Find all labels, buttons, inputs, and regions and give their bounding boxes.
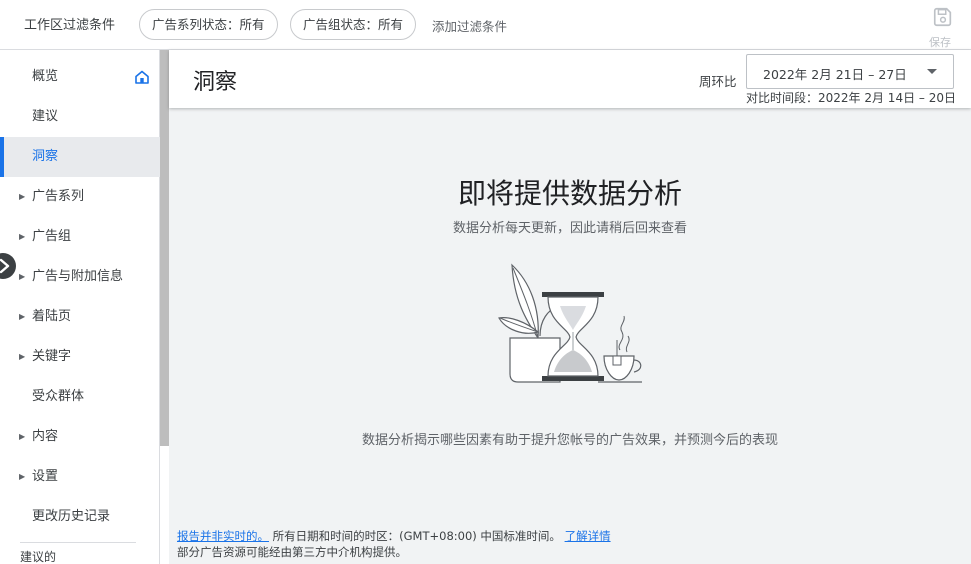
timezone-text: 所有日期和时间的时区：(GMT+08:00) 中国标准时间。 [272, 529, 561, 543]
date-range-value: 2022年 2月 21日 – 27日 [763, 67, 907, 82]
sidebar-suggested-label: 建议的 [20, 550, 57, 564]
sidebar-item-label: 广告与附加信息 [32, 269, 124, 284]
empty-state-description: 数据分析揭示哪些因素有助于提升您帐号的广告效果，并预测今后的表现 [361, 433, 778, 448]
sidebar-item-change-history[interactable]: 更改历史记录 [0, 497, 160, 537]
page-header: 洞察 周环比 2022年 2月 21日 – 27日 对比时间段：2022年 2月… [169, 50, 971, 108]
save-icon [933, 7, 952, 27]
filter-bar: 工作区过滤条件 广告系列状态：所有 广告组状态：所有 添加过滤条件 保存 [0, 0, 971, 50]
sidebar-item-label: 设置 [32, 469, 59, 484]
compare-period-text: 对比时间段：2022年 2月 14日 – 20日 [746, 91, 956, 105]
home-icon [135, 70, 149, 84]
report-not-realtime-link[interactable]: 报告并非实时的。 [177, 529, 269, 543]
sidebar-item-keywords[interactable]: ▶ 关键字 [0, 337, 160, 377]
sidebar-divider [20, 542, 136, 543]
filter-chip-adgroup-status[interactable]: 广告组状态：所有 [290, 9, 417, 40]
triangle-right-icon: ▶ [19, 232, 26, 241]
workspace-filter-title: 工作区过滤条件 [24, 18, 116, 33]
triangle-right-icon: ▶ [19, 432, 26, 441]
triangle-right-icon: ▶ [19, 472, 26, 481]
chevron-right-icon [0, 258, 10, 274]
triangle-right-icon: ▶ [19, 272, 26, 281]
sidebar-item-label: 关键字 [32, 349, 72, 364]
sidebar-item-landing-pages[interactable]: ▶ 着陆页 [0, 297, 160, 337]
sidebar-item-audiences[interactable]: 受众群体 [0, 377, 160, 417]
active-indicator [0, 137, 4, 177]
sidebar-item-label: 概览 [32, 69, 59, 84]
compare-label: 周环比 [699, 74, 737, 89]
triangle-right-icon: ▶ [19, 192, 26, 201]
sidebar-item-label: 更改历史记录 [32, 509, 111, 524]
sidebar-item-insights[interactable]: 洞察 [0, 137, 160, 177]
sidebar-item-label: 广告组 [32, 229, 72, 244]
third-party-notice: 部分广告资源可能经由第三方中介机构提供。 [177, 545, 407, 559]
sidebar-item-label: 广告系列 [32, 189, 85, 204]
empty-state-subtitle: 数据分析每天更新，因此请稍后回来查看 [452, 221, 687, 236]
sidebar-item-label: 内容 [32, 429, 59, 444]
hourglass-illustration [498, 263, 642, 383]
report-footer: 报告并非实时的。 所有日期和时间的时区：(GMT+08:00) 中国标准时间。 … [177, 528, 611, 560]
date-range-selector[interactable]: 2022年 2月 21日 – 27日 [746, 54, 954, 89]
main-content: 洞察 周环比 2022年 2月 21日 – 27日 对比时间段：2022年 2月… [169, 50, 971, 564]
sidebar-item-ads-extensions[interactable]: ▶ 广告与附加信息 [0, 257, 160, 297]
triangle-right-icon: ▶ [19, 352, 26, 361]
sidebar-item-label: 着陆页 [32, 309, 72, 324]
sidebar-scrollbar[interactable] [160, 50, 169, 446]
triangle-right-icon: ▶ [19, 312, 26, 321]
caret-down-icon [927, 69, 937, 74]
sidebar-item-label: 建议 [32, 109, 59, 124]
sidebar-item-content[interactable]: ▶ 内容 [0, 417, 160, 457]
sidebar-item-settings[interactable]: ▶ 设置 [0, 457, 160, 497]
sidebar-item-ad-groups[interactable]: ▶ 广告组 [0, 217, 160, 257]
empty-state-title: 即将提供数据分析 [457, 177, 682, 210]
add-filter-button[interactable]: 添加过滤条件 [432, 16, 507, 35]
sidebar-item-label: 受众群体 [32, 389, 85, 404]
learn-more-link[interactable]: 了解详情 [565, 529, 611, 543]
sidebar-item-recommendations[interactable]: 建议 [0, 97, 160, 137]
sidebar-nav: 概览 建议 洞察 ▶ 广告系列 ▶ 广告组 ▶ 广告与附加信息 ▶ 着陆页 ▶ … [0, 50, 160, 564]
sidebar-item-overview[interactable]: 概览 [0, 57, 160, 97]
save-label: 保存 [929, 36, 951, 49]
sidebar-item-label: 洞察 [32, 149, 59, 164]
filter-chip-campaign-status[interactable]: 广告系列状态：所有 [139, 9, 278, 40]
page-title: 洞察 [193, 70, 238, 95]
sidebar-item-campaigns[interactable]: ▶ 广告系列 [0, 177, 160, 217]
